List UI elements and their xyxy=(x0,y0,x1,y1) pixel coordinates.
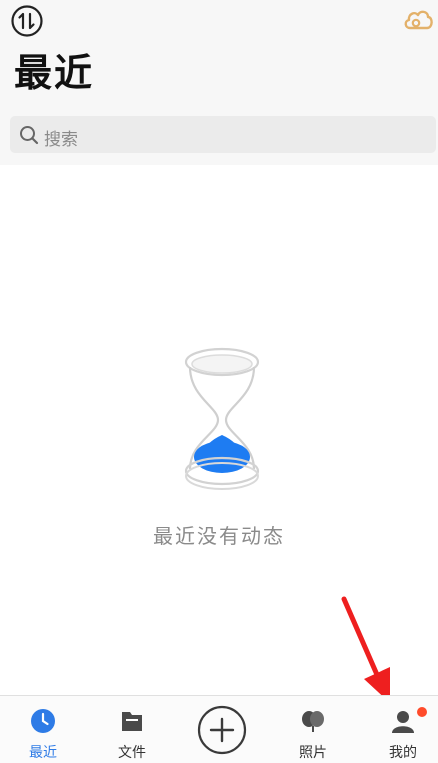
empty-state-message: 最近没有动态 xyxy=(153,524,285,548)
tab-bar: 最近 文件 照片 我的 xyxy=(0,695,438,763)
tab-recent[interactable]: 最近 xyxy=(8,696,78,763)
plus-circle-icon xyxy=(197,705,247,755)
clock-icon xyxy=(30,708,56,734)
tab-photos-label: 照片 xyxy=(299,745,327,761)
search-input[interactable]: 搜索 xyxy=(10,116,436,153)
folder-icon xyxy=(119,708,145,734)
tab-recent-label: 最近 xyxy=(29,745,57,761)
header: 最近 搜索 xyxy=(0,0,438,165)
photos-icon xyxy=(300,708,326,734)
page-title: 最近 xyxy=(14,51,95,95)
tab-me[interactable]: 我的 xyxy=(368,696,438,763)
hourglass-icon xyxy=(182,345,262,495)
profile-icon xyxy=(390,708,416,734)
transfer-icon[interactable] xyxy=(10,4,44,38)
annotation-arrow-icon xyxy=(330,595,400,710)
search-placeholder: 搜索 xyxy=(44,130,78,150)
tab-files-label: 文件 xyxy=(118,745,146,761)
add-button[interactable] xyxy=(197,705,247,755)
tab-photos[interactable]: 照片 xyxy=(278,696,348,763)
tab-me-label: 我的 xyxy=(389,745,417,761)
cloud-icon[interactable] xyxy=(402,4,434,34)
tab-files[interactable]: 文件 xyxy=(97,696,167,763)
notification-badge xyxy=(417,707,427,717)
search-icon xyxy=(19,125,39,145)
